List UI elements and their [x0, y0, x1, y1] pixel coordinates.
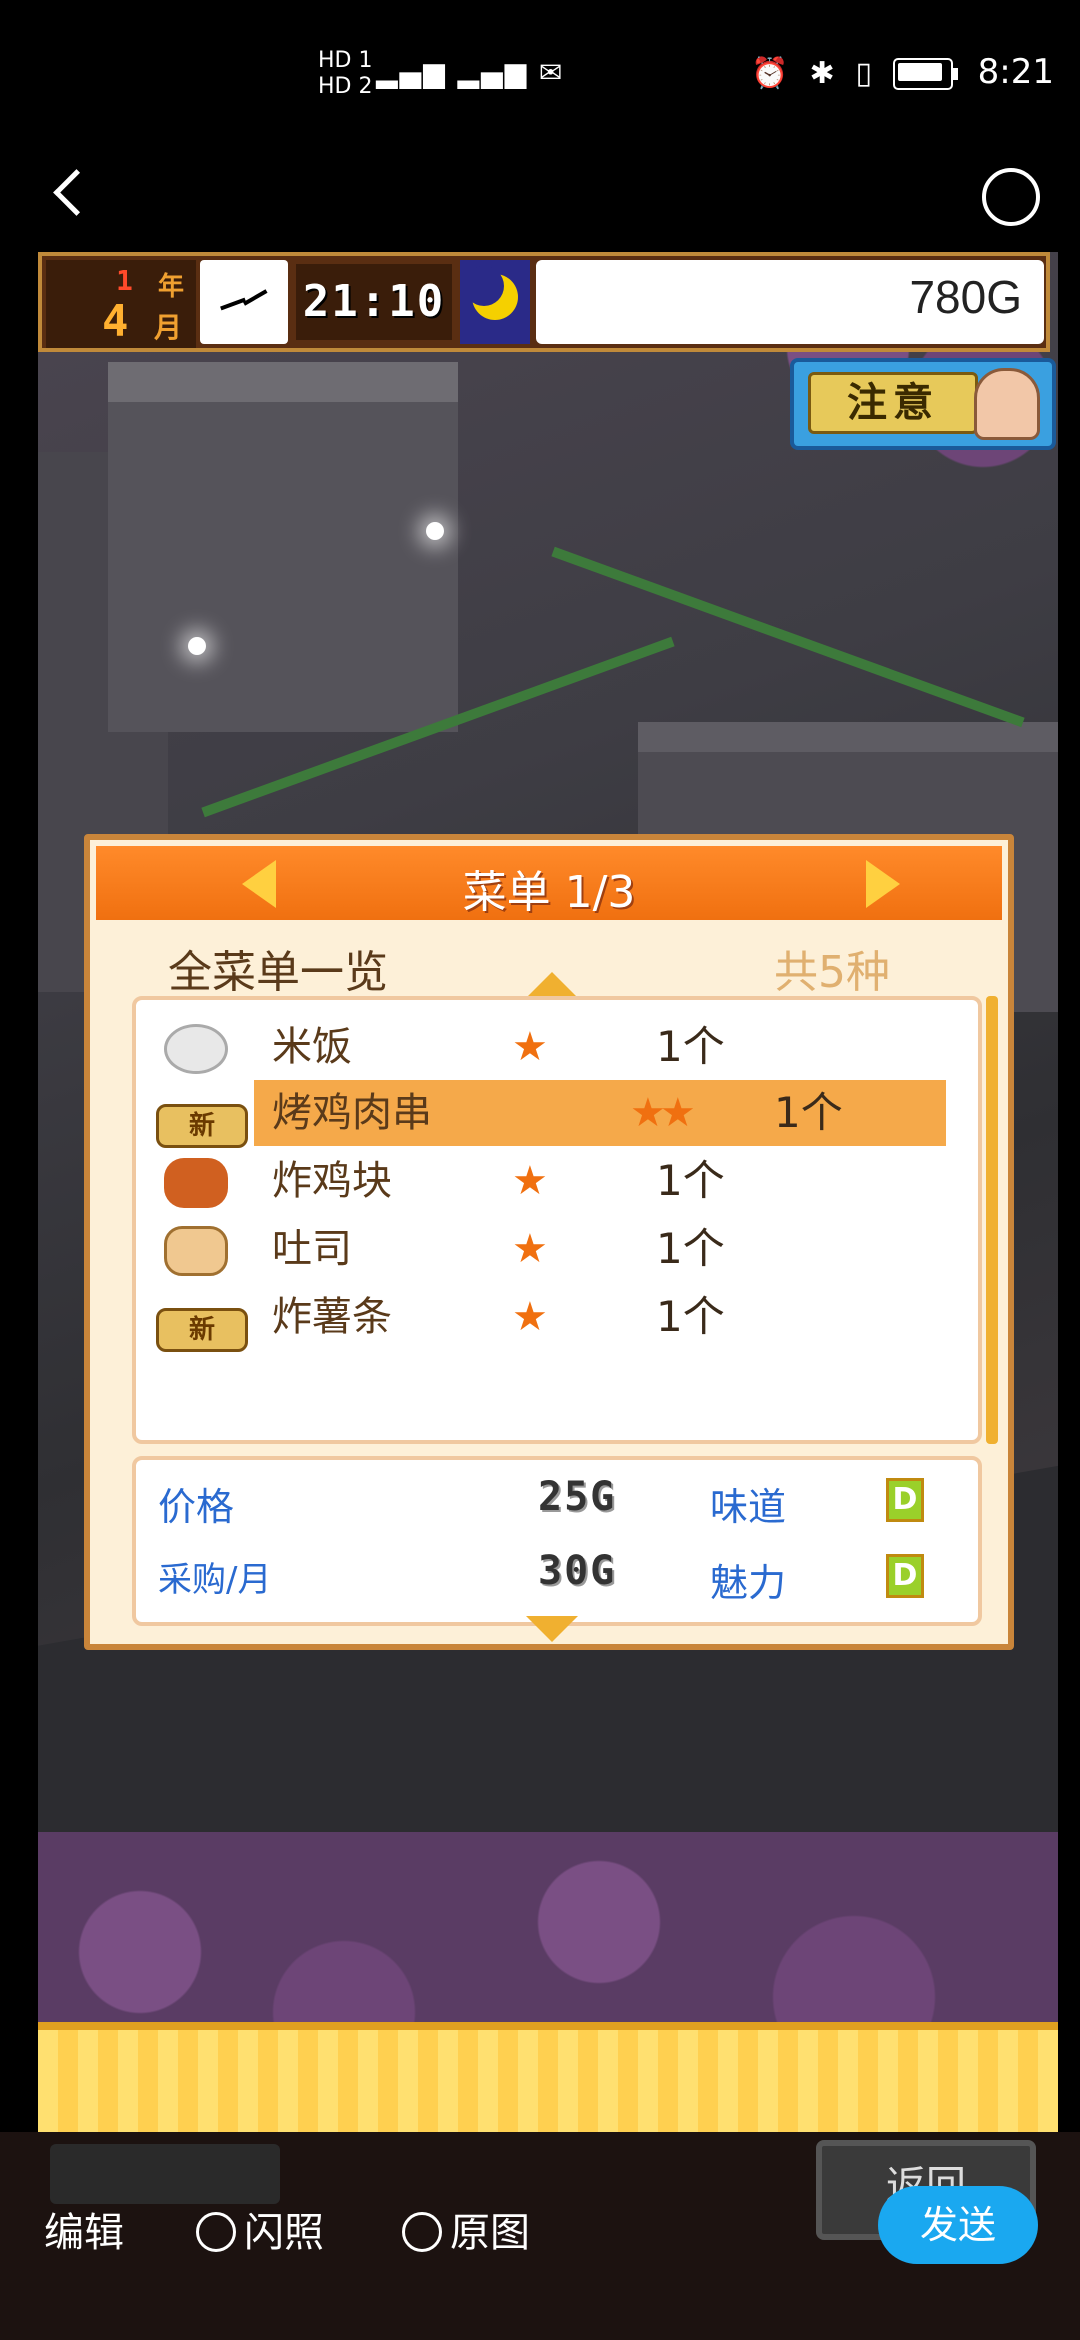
vibrate-icon: ▯: [855, 56, 873, 91]
clock: 8:21: [977, 52, 1054, 92]
new-badge: 新: [156, 1104, 248, 1148]
item-name: 炸薯条: [272, 1294, 392, 1340]
game-message-bar: [38, 2022, 1058, 2132]
fence: [551, 546, 1025, 728]
advisor-avatar-icon: [974, 368, 1040, 440]
sim-indicators: HD 1 HD 2: [318, 48, 372, 100]
attention-label: 注意: [808, 372, 978, 434]
scrollbar[interactable]: [986, 996, 998, 1444]
rice-icon: [164, 1024, 228, 1074]
toast-icon: [164, 1226, 228, 1276]
item-name: 吐司: [272, 1226, 352, 1272]
menu-subtitle: 全菜单一览: [168, 947, 388, 998]
taste-grade: D: [886, 1478, 924, 1522]
item-qty: 1个: [656, 1224, 725, 1273]
month-value: 4: [102, 296, 129, 347]
purchase-label: 采购/月: [158, 1560, 272, 1600]
flash-label: 闪照: [244, 2210, 324, 2256]
dialog-header: 菜单 1/3: [96, 846, 1002, 920]
item-name: 炸鸡块: [272, 1158, 392, 1204]
charm-grade: D: [886, 1554, 924, 1598]
radio-icon: [402, 2212, 442, 2252]
new-badge: 新: [156, 1308, 248, 1352]
purchase-value: 30G: [538, 1548, 617, 1594]
charm-label: 魅力: [710, 1561, 787, 1605]
item-qty: 1个: [656, 1156, 725, 1205]
attention-button[interactable]: 注意: [790, 358, 1056, 450]
month-label: 月: [154, 311, 183, 344]
sim1-label: HD 1: [318, 48, 373, 73]
clock-icon: [200, 260, 288, 344]
flash-photo-radio[interactable]: 闪照: [196, 2200, 324, 2258]
street-lamp: [426, 522, 444, 540]
next-page-arrow-icon[interactable]: [866, 860, 900, 908]
game-hud: 1 年 4 月 21:10 780G: [38, 252, 1050, 352]
list-item[interactable]: 米饭 ★ 1个: [136, 1014, 978, 1080]
edit-button[interactable]: 编辑: [44, 2200, 124, 2258]
date-panel: 1 年 4 月: [46, 260, 196, 348]
money-value: 780G: [909, 271, 1022, 323]
circle-button[interactable]: [982, 168, 1040, 226]
alarm-icon: ⏰: [751, 56, 789, 91]
status-bar: HD 1 HD 2 ▂▄▆ ▂▄▆ ✉ ⏰ ✱ ▯ 8:21: [0, 0, 1080, 150]
street-lamp: [188, 637, 206, 655]
item-stars: ★: [512, 1294, 548, 1340]
item-stars: ★★: [630, 1090, 696, 1136]
back-arrow-icon[interactable]: [50, 170, 90, 210]
item-qty: 1个: [656, 1292, 725, 1341]
game-time: 21:10: [296, 264, 452, 340]
item-stars: ★: [512, 1226, 548, 1272]
year-label: 年: [158, 272, 185, 302]
list-item[interactable]: 吐司 ★ 1个: [136, 1216, 978, 1282]
item-stars: ★: [512, 1024, 548, 1070]
menu-count: 共5种: [774, 947, 890, 998]
list-item-selected[interactable]: 烤鸡肉串 ★★ 1个: [254, 1080, 946, 1146]
item-qty: 1个: [774, 1088, 843, 1137]
item-stars: ★: [512, 1158, 548, 1204]
moon-icon: [460, 260, 530, 344]
item-qty: 1个: [656, 1022, 725, 1071]
bluetooth-icon: ✱: [809, 56, 835, 91]
scroll-down-arrow-icon[interactable]: [526, 1616, 578, 1642]
price-label: 价格: [158, 1485, 235, 1529]
scroll-up-arrow-icon[interactable]: [526, 972, 578, 998]
building: [108, 362, 458, 732]
battery-icon: [892, 57, 958, 90]
signal-icon: ▂▄▆ ▂▄▆ ✉: [376, 56, 565, 89]
money-display: 780G: [536, 260, 1044, 344]
menu-list: 米饭 ★ 1个 烤鸡肉串 ★★ 1个 新 炸鸡块 ★ 1个 吐司 ★ 1个 炸薯…: [132, 996, 982, 1444]
item-name: 米饭: [272, 1024, 352, 1070]
year-value: 1: [116, 264, 133, 297]
send-button[interactable]: 发送: [878, 2186, 1038, 2264]
menu-dialog: 菜单 1/3 全菜单一览 共5种 米饭 ★ 1个 烤鸡肉串 ★★ 1个 新 炸鸡…: [84, 834, 1014, 1650]
fried-chicken-icon: [164, 1158, 228, 1208]
list-item[interactable]: 炸鸡块 ★ 1个: [136, 1148, 978, 1214]
item-name: 烤鸡肉串: [272, 1090, 432, 1136]
radio-icon: [196, 2212, 236, 2252]
list-item[interactable]: 炸薯条 ★ 1个: [136, 1284, 978, 1350]
status-right: ⏰ ✱ ▯ 8:21: [751, 52, 1054, 92]
original-image-radio[interactable]: 原图: [402, 2200, 530, 2258]
taste-label: 味道: [710, 1485, 787, 1529]
price-value: 25G: [538, 1474, 617, 1520]
item-info-panel: 价格 25G 味道 D 采购/月 30G 魅力 D: [132, 1456, 982, 1626]
sim2-label: HD 2: [318, 74, 373, 99]
game-button[interactable]: [50, 2144, 280, 2204]
original-label: 原图: [450, 2210, 530, 2256]
